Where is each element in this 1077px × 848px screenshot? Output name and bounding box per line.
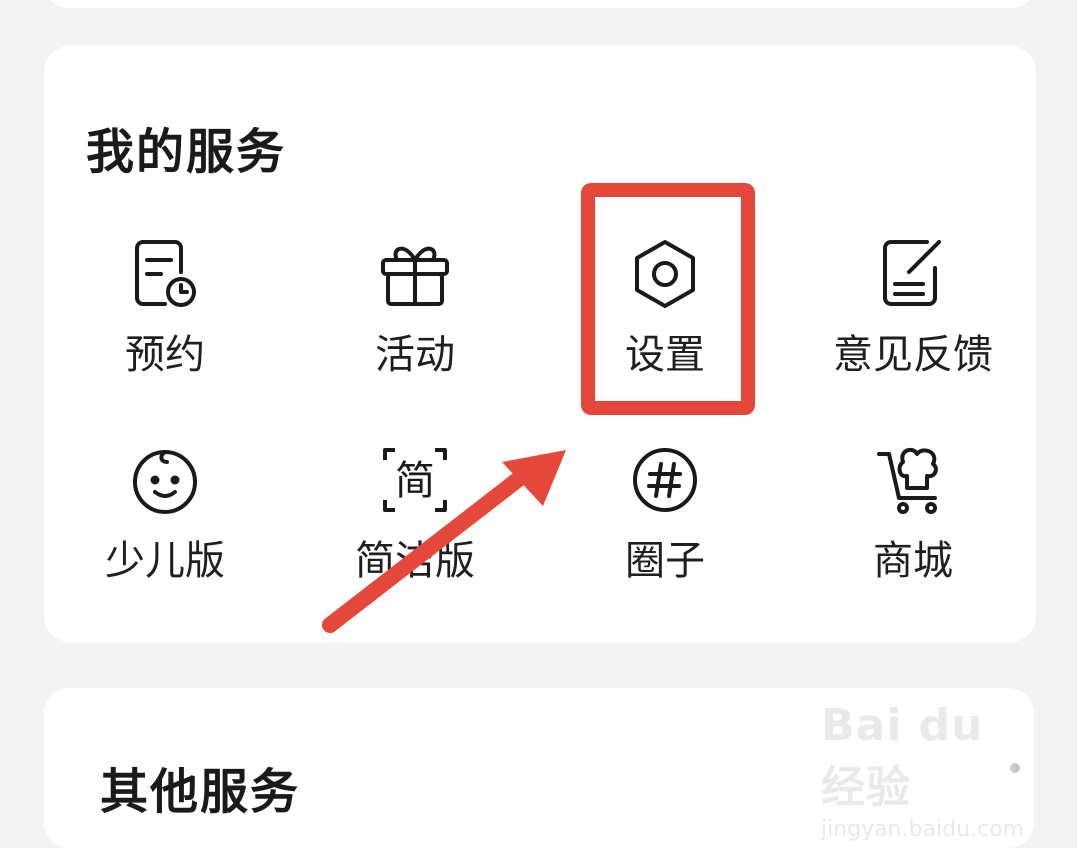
feedback-edit-icon bbox=[873, 234, 953, 314]
svg-text:简: 简 bbox=[395, 458, 435, 504]
shopping-cart-icon bbox=[873, 440, 953, 520]
baby-face-icon bbox=[125, 440, 205, 520]
watermark-logo: Bai du 经验 bbox=[821, 700, 984, 813]
service-feedback[interactable]: 意见反馈 bbox=[788, 234, 1038, 384]
service-circle[interactable]: 圈子 bbox=[540, 440, 790, 590]
reservation-icon bbox=[125, 234, 205, 314]
hashtag-circle-icon bbox=[625, 440, 705, 520]
service-label: 圈子 bbox=[625, 538, 705, 584]
simple-mode-icon: 简 bbox=[375, 440, 455, 520]
service-label: 意见反馈 bbox=[833, 332, 993, 378]
service-kids-mode[interactable]: 少儿版 bbox=[40, 440, 290, 590]
baidu-watermark: Bai du 经验 jingyan.baidu.com bbox=[821, 700, 1025, 842]
service-reservation[interactable]: 预约 bbox=[40, 234, 290, 384]
service-label: 商城 bbox=[873, 538, 953, 584]
watermark-url: jingyan.baidu.com bbox=[821, 817, 1025, 842]
service-label: 简洁版 bbox=[355, 538, 475, 584]
service-label: 预约 bbox=[125, 332, 205, 378]
gift-icon bbox=[375, 234, 455, 314]
service-label: 活动 bbox=[375, 332, 455, 378]
service-label: 少儿版 bbox=[105, 538, 225, 584]
settings-highlight-box bbox=[581, 183, 755, 415]
other-services-title: 其他服务 bbox=[100, 764, 301, 820]
service-simple-mode[interactable]: 简 简洁版 bbox=[290, 440, 540, 590]
service-activity[interactable]: 活动 bbox=[290, 234, 540, 384]
my-services-title: 我的服务 bbox=[86, 124, 287, 180]
scroll-indicator bbox=[1010, 763, 1020, 773]
service-mall[interactable]: 商城 bbox=[788, 440, 1038, 590]
previous-card bbox=[44, 0, 1036, 8]
